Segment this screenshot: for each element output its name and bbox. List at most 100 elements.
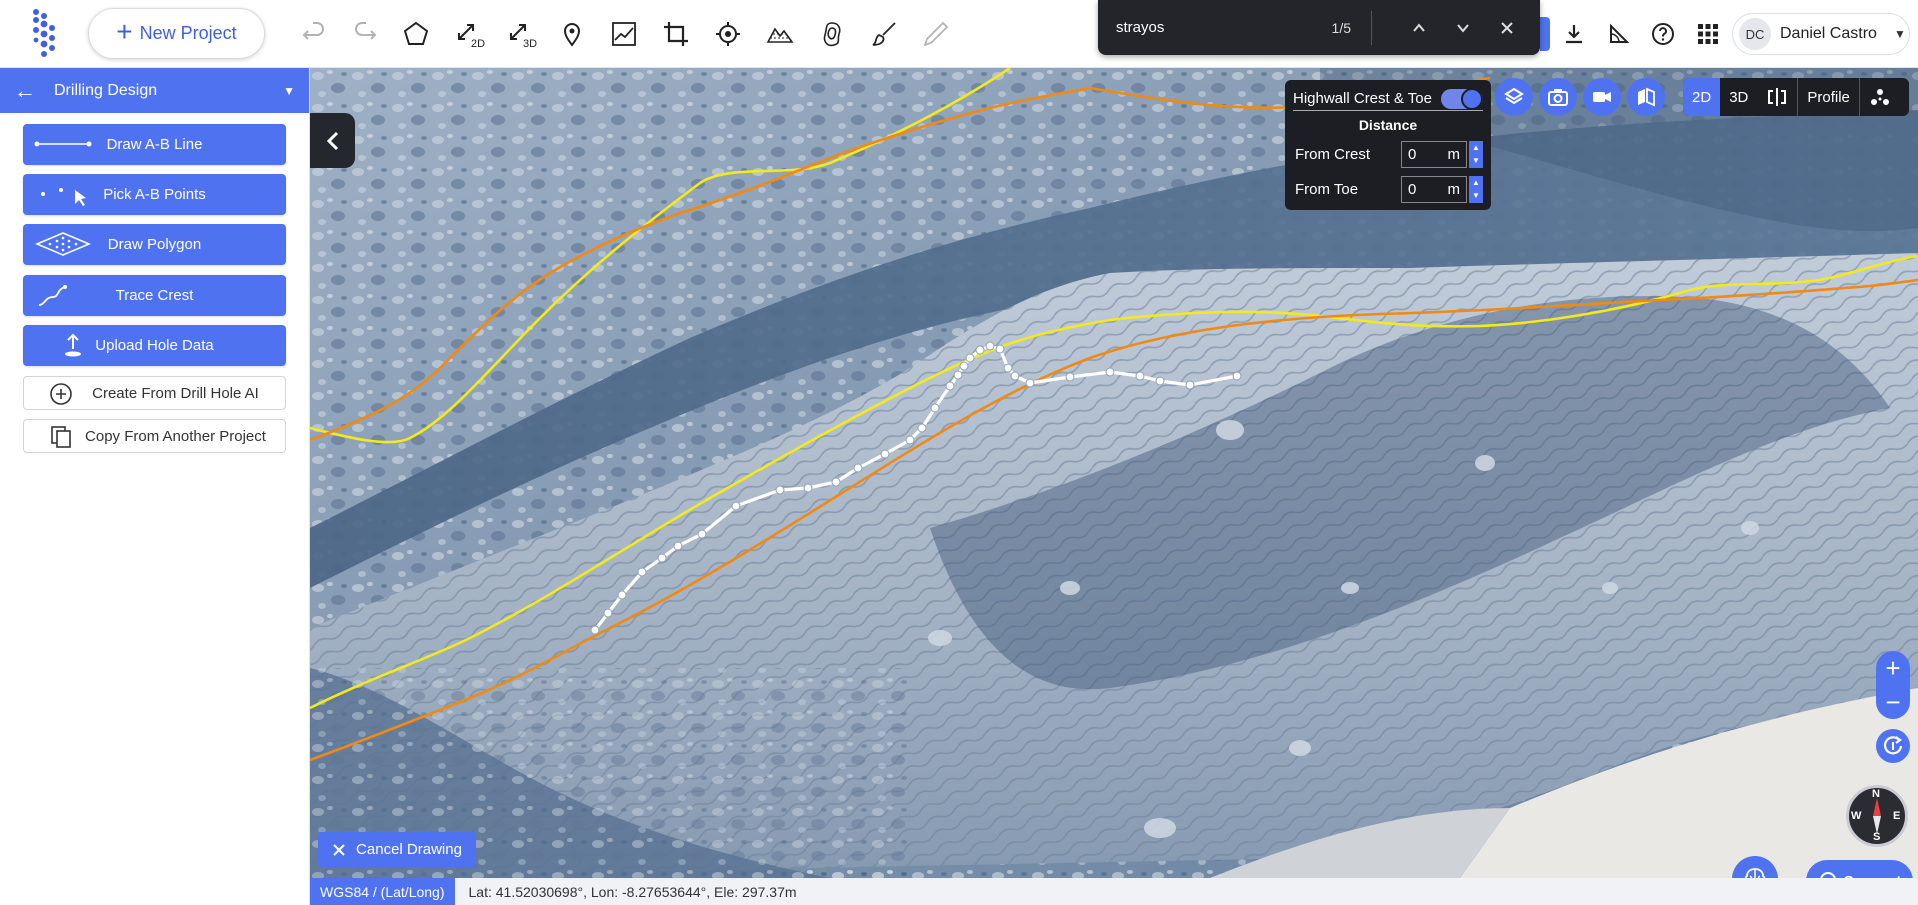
find-close-button[interactable] [1492, 13, 1522, 43]
increment-icon[interactable]: ▲ [1469, 140, 1483, 154]
upload-hole-data-button[interactable]: Upload Hole Data [23, 325, 286, 366]
profile-chart-icon [612, 22, 636, 46]
pen-tool[interactable] [916, 14, 956, 54]
chevron-down-icon [1457, 23, 1469, 33]
from-crest-input[interactable]: 0 m [1401, 140, 1467, 168]
place-marker-tool[interactable] [552, 14, 592, 54]
copy-from-another-project-label: Copy From Another Project [85, 427, 266, 445]
measure-2d-tool[interactable]: 2D [450, 14, 490, 54]
from-toe-input[interactable]: 0 m [1401, 175, 1467, 203]
from-crest-label: From Crest [1295, 145, 1370, 163]
toggle-knob [1461, 87, 1483, 110]
view-3d-button[interactable]: 3D [1720, 78, 1757, 116]
zoom-in-button[interactable]: + [1885, 655, 1900, 681]
map-tool-group [1495, 78, 1665, 116]
distance-heading: Distance [1358, 117, 1418, 133]
help-button[interactable] [1647, 18, 1679, 50]
split-view-icon [1768, 88, 1787, 106]
redo-icon [355, 22, 377, 40]
user-menu[interactable]: DC Daniel Castro ▼ [1732, 13, 1910, 55]
zoom-out-button[interactable]: − [1885, 689, 1900, 715]
cancel-drawing-label: Cancel Drawing [356, 841, 462, 858]
contour-icon [823, 22, 841, 47]
create-from-drill-hole-ai-label: Create From Drill Hole AI [92, 384, 259, 402]
profile-view-button[interactable]: Profile [1797, 78, 1859, 116]
from-crest-unit: m [1447, 145, 1461, 163]
cursor-coordinates: Lat: 41.52030698°, Lon: -8.27653644°, El… [468, 883, 797, 900]
from-toe-row: From Toe 0 m ▲ ▼ [1295, 175, 1483, 203]
undo-button[interactable] [294, 14, 334, 54]
help-icon [1652, 23, 1674, 45]
chevron-left-icon [326, 131, 338, 150]
decrement-icon[interactable]: ▼ [1469, 154, 1483, 168]
draw-ab-line-button[interactable]: Draw A-B Line [23, 124, 286, 165]
layers-button[interactable] [1495, 78, 1533, 116]
units-button[interactable] [1603, 18, 1635, 50]
grid-apps-icon [1698, 24, 1718, 44]
crop-tool[interactable] [656, 14, 696, 54]
screenshot-button[interactable] [1539, 78, 1577, 116]
target-tool[interactable] [708, 14, 748, 54]
view-mode-selector: 2D 3D Profile [1683, 78, 1909, 116]
camera-icon [1548, 89, 1568, 106]
chevron-up-icon [1413, 22, 1425, 32]
create-from-drill-hole-ai-button[interactable]: Create From Drill Hole AI [23, 376, 286, 410]
find-input[interactable]: strayos [1116, 19, 1332, 36]
from-crest-row: From Crest 0 m ▲ ▼ [1295, 140, 1483, 168]
draw-polygon-button[interactable]: Draw Polygon [23, 224, 286, 265]
from-toe-unit: m [1447, 180, 1461, 198]
download-button[interactable] [1558, 18, 1590, 50]
highwall-crest-toe-panel: Highwall Crest & Toe Distance From Crest… [1285, 80, 1491, 210]
trace-crest-button[interactable]: Trace Crest [23, 275, 286, 316]
pick-ab-points-label: Pick A-B Points [103, 186, 206, 203]
find-divider [1371, 10, 1372, 45]
brush-icon [872, 22, 896, 46]
close-icon [333, 843, 345, 856]
point-cloud-button[interactable] [1858, 78, 1900, 116]
target-icon [716, 22, 740, 46]
view-2d-button[interactable]: 2D [1683, 78, 1721, 116]
pick-ab-points-button[interactable]: Pick A-B Points [23, 174, 286, 215]
layers-icon [1504, 87, 1524, 105]
highwall-toggle[interactable] [1441, 87, 1483, 110]
crs-selector[interactable]: WGS84 / (Lat/Long) [310, 878, 455, 905]
contour-tool[interactable] [812, 14, 852, 54]
apps-button[interactable] [1692, 18, 1724, 50]
chevron-down-icon: ▼ [1893, 27, 1906, 41]
find-match-count: 1/5 [1331, 19, 1351, 36]
draw-ab-line-label: Draw A-B Line [106, 136, 203, 153]
undo-icon [302, 22, 324, 40]
video-button[interactable] [1583, 78, 1621, 116]
compass[interactable]: N E S W [1846, 785, 1908, 847]
collapse-sidebar-button[interactable] [310, 113, 355, 168]
map-viewport[interactable] [310, 68, 1918, 878]
find-previous-button[interactable] [1404, 13, 1434, 43]
compare-button[interactable] [1627, 78, 1665, 116]
compass-s: S [1873, 831, 1881, 843]
profile-tool[interactable] [604, 14, 644, 54]
from-toe-label: From Toe [1295, 180, 1359, 198]
draw-polygon-tool[interactable] [396, 14, 436, 54]
increment-icon[interactable]: ▲ [1469, 175, 1483, 189]
from-crest-value: 0 [1408, 145, 1417, 163]
label-3d: 3D [523, 38, 537, 49]
from-toe-stepper[interactable]: ▲ ▼ [1469, 175, 1483, 203]
copy-from-another-project-button[interactable]: Copy From Another Project [23, 419, 286, 453]
from-crest-stepper[interactable]: ▲ ▼ [1469, 140, 1483, 168]
split-view-button[interactable] [1757, 78, 1797, 116]
chevron-down-icon[interactable]: ▼ [283, 84, 295, 98]
back-arrow-icon[interactable]: ← [14, 78, 36, 104]
measure-3d-tool[interactable]: 3D [502, 14, 542, 54]
app-logo-icon[interactable] [24, 6, 64, 62]
orthophoto-terrain [310, 68, 1918, 878]
find-next-button[interactable] [1448, 13, 1478, 43]
cancel-drawing-button[interactable]: Cancel Drawing [318, 832, 476, 867]
brush-tool[interactable] [864, 14, 904, 54]
reset-rotation-button[interactable] [1876, 729, 1910, 763]
compass-n: N [1872, 788, 1880, 800]
new-project-button[interactable]: + New Project [88, 8, 265, 59]
redo-button[interactable] [345, 14, 385, 54]
decrement-icon[interactable]: ▼ [1469, 189, 1483, 203]
polygon-icon [403, 21, 429, 45]
volume-tool[interactable] [760, 14, 800, 54]
